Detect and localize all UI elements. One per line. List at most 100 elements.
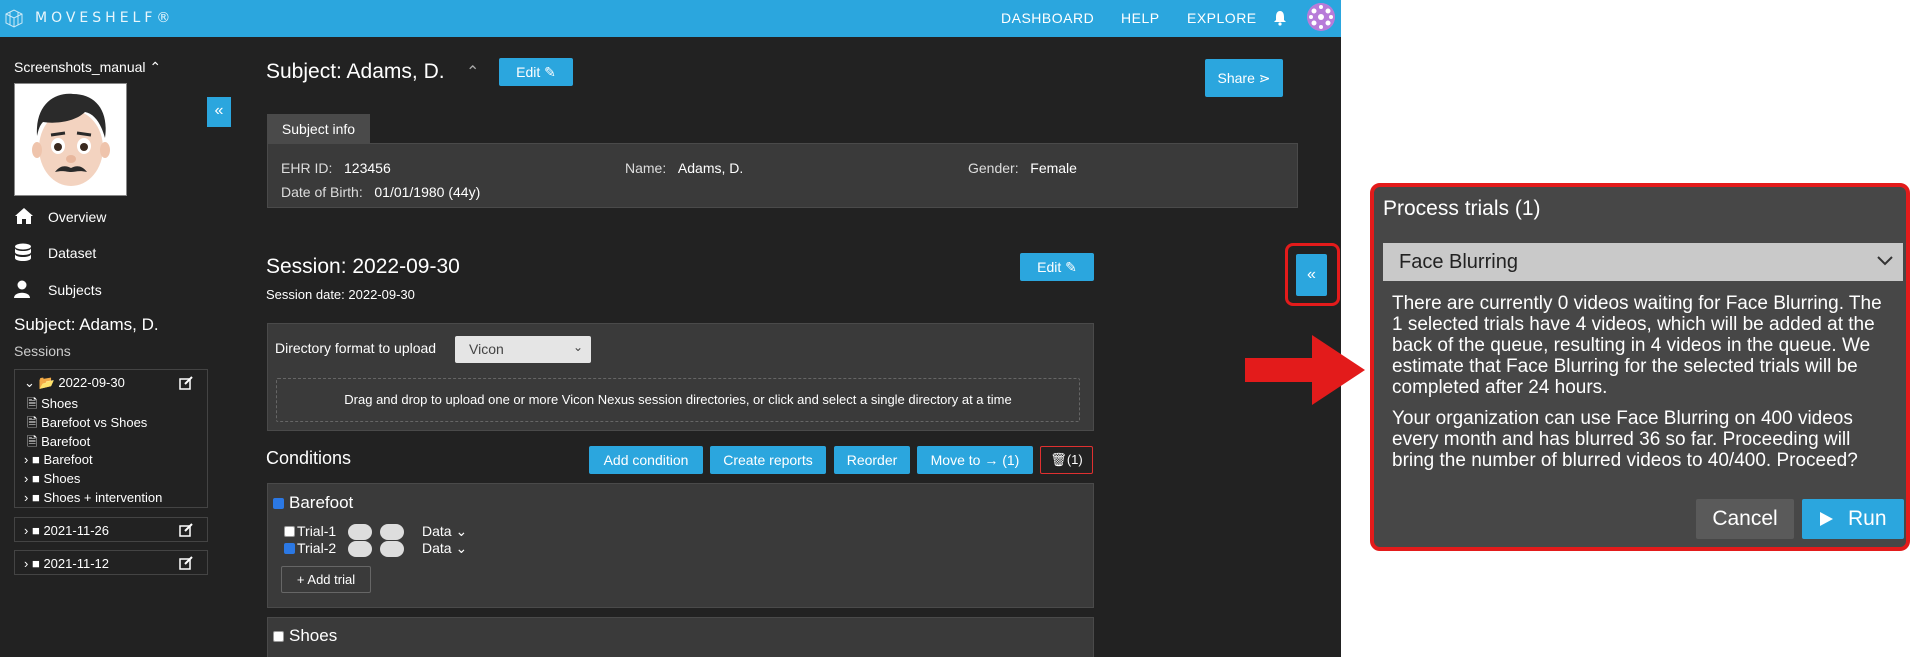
trial-name-2[interactable]: Trial-2: [297, 540, 336, 556]
folder-icon: ■: [31, 523, 40, 538]
edit-icon: ✎: [1065, 259, 1077, 275]
annotation-highlight-frame: [1285, 243, 1340, 306]
play-icon: [1820, 512, 1833, 526]
brand-name: MOVESHELF®: [35, 10, 175, 26]
add-condition-button[interactable]: Add condition: [589, 446, 703, 474]
add-trial-button[interactable]: + Add trial: [281, 566, 371, 593]
condition-name-barefoot: Barefoot: [289, 493, 354, 512]
app-window: MOVESHELF® DASHBOARD HELP EXPLORE Screen…: [0, 0, 1341, 657]
session-title: Session: 2022-09-30: [266, 255, 460, 278]
annotation-arrow-icon: [1245, 335, 1365, 405]
ehr-id-field: EHR ID: 123456: [281, 160, 391, 176]
edit-icon[interactable]: [179, 523, 193, 537]
folder-shoes[interactable]: › ■ Shoes: [24, 471, 80, 486]
chevron-down-icon: ⌄: [572, 340, 583, 354]
chevron-down-icon: [1877, 256, 1893, 266]
folder-icon: ■: [31, 556, 40, 571]
share-button[interactable]: Share ⋗: [1205, 59, 1283, 97]
condition-panel-barefoot: Barefoot Trial-1 Data ⌄ Trial-2 Data ⌄ +…: [267, 483, 1094, 608]
sessions-label: Sessions: [14, 343, 71, 359]
session-folder-2022-09-30[interactable]: ⌄ 📂 2022-09-30: [24, 375, 125, 391]
reorder-button[interactable]: Reorder: [834, 446, 910, 474]
folder-shoes-intervention[interactable]: › ■ Shoes + intervention: [24, 490, 162, 505]
chevron-right-icon: ›: [24, 452, 29, 467]
folder-icon: ■: [31, 452, 40, 467]
subject-info-panel: EHR ID: 123456 Name: Adams, D. Gender: F…: [267, 143, 1298, 208]
top-navbar: MOVESHELF® DASHBOARD HELP EXPLORE: [0, 0, 1341, 37]
condition-panel-shoes: Shoes: [267, 617, 1094, 657]
chart-icon[interactable]: [348, 524, 372, 540]
condition-name-shoes: Shoes: [289, 626, 338, 645]
session-tree-2022-09-30: ⌄ 📂 2022-09-30 🗎 Shoes 🗎 Barefoot vs Sho…: [14, 369, 208, 508]
nav-explore[interactable]: EXPLORE: [1187, 10, 1257, 26]
chart-icon[interactable]: [348, 541, 372, 557]
subject-title: Subject: Adams, D.: [266, 60, 445, 83]
chevron-right-icon: ›: [24, 523, 29, 538]
file-icon: 🗎: [27, 396, 38, 411]
run-button[interactable]: Run: [1802, 499, 1904, 539]
tab-subject-info[interactable]: Subject info: [267, 114, 370, 143]
video-icon[interactable]: [380, 524, 404, 540]
file-icon: 🗎: [27, 415, 38, 430]
user-avatar[interactable]: [1307, 3, 1335, 31]
sidebar-subject-heading: Subject: Adams, D.: [14, 315, 159, 334]
trial-data-dropdown-1[interactable]: Data ⌄: [422, 523, 467, 540]
process-type-select[interactable]: Face Blurring: [1383, 243, 1903, 281]
edit-subject-button[interactable]: Edit ✎: [499, 58, 573, 86]
dialog-queue-text: There are currently 0 videos waiting for…: [1392, 293, 1882, 398]
chevron-right-icon: ›: [24, 490, 29, 505]
trial-data-dropdown-2[interactable]: Data ⌄: [422, 540, 467, 557]
video-icon[interactable]: [380, 541, 404, 557]
user-icon: [14, 280, 30, 298]
trial-name-1[interactable]: Trial-1: [297, 523, 336, 539]
trash-icon: 🗑: [1050, 452, 1067, 467]
file-icon: 🗎: [27, 434, 38, 449]
cancel-button[interactable]: Cancel: [1696, 499, 1794, 539]
session-date: Session date: 2022-09-30: [266, 287, 415, 302]
chevron-down-icon: ⌄: [455, 540, 468, 556]
chevron-right-icon: ›: [24, 471, 29, 486]
gender-field: Gender: Female: [968, 160, 1077, 176]
subject-avatar: [14, 83, 127, 196]
session-folder-2021-11-12[interactable]: › ■ 2021-11-12: [14, 550, 208, 575]
chevron-right-icon: ›: [24, 556, 29, 571]
nav-dashboard[interactable]: DASHBOARD: [1001, 10, 1094, 26]
session-folder-2021-11-26[interactable]: › ■ 2021-11-26: [14, 517, 208, 542]
directory-format-select[interactable]: Vicon ⌄: [455, 336, 591, 363]
chevron-up-icon[interactable]: ⌃: [466, 62, 479, 82]
upload-dropzone[interactable]: Drag and drop to upload one or more Vico…: [276, 378, 1080, 422]
edit-session-button[interactable]: Edit ✎: [1020, 253, 1094, 281]
dob-field: Date of Birth: 01/01/1980 (44y): [281, 184, 481, 200]
upload-panel: Directory format to upload Drag and drop…: [267, 323, 1094, 431]
edit-icon[interactable]: [179, 556, 193, 570]
conditions-heading: Conditions: [266, 448, 352, 468]
home-icon: [15, 208, 33, 224]
sidebar-collapse-button[interactable]: «: [207, 97, 231, 127]
folder-icon: ■: [31, 471, 40, 486]
bell-icon[interactable]: [1273, 10, 1287, 26]
edit-icon: ✎: [544, 64, 556, 80]
dialog-title: Process trials (1): [1383, 197, 1541, 220]
delete-selected-button[interactable]: 🗑(1): [1040, 446, 1093, 474]
condition-checkbox-barefoot[interactable]: [273, 498, 284, 509]
directory-format-label: Directory format to upload: [275, 340, 437, 356]
share-icon: ⋗: [1258, 70, 1271, 86]
edit-icon[interactable]: [179, 376, 193, 390]
chevron-down-icon: ⌄: [24, 375, 35, 390]
create-reports-button[interactable]: Create reports: [710, 446, 826, 474]
logo-icon: [5, 9, 23, 28]
trial-checkbox-2[interactable]: [284, 543, 295, 554]
name-field: Name: Adams, D.: [625, 160, 744, 176]
condition-checkbox-shoes[interactable]: [273, 631, 284, 642]
move-to-button[interactable]: Move to → (1): [917, 446, 1033, 474]
project-selector[interactable]: Screenshots_manual ⌃: [14, 59, 161, 76]
folder-barefoot[interactable]: › ■ Barefoot: [24, 452, 93, 467]
folder-icon: ■: [31, 490, 40, 505]
dialog-quota-text: Your organization can use Face Blurring …: [1392, 408, 1858, 471]
chevron-down-icon: ⌄: [455, 523, 468, 539]
trial-checkbox-1[interactable]: [284, 526, 295, 537]
folder-open-icon: 📂: [38, 375, 55, 390]
database-icon: [15, 243, 31, 261]
nav-help[interactable]: HELP: [1121, 10, 1160, 26]
process-trials-dialog: Process trials (1) Face Blurring There a…: [1370, 183, 1910, 551]
